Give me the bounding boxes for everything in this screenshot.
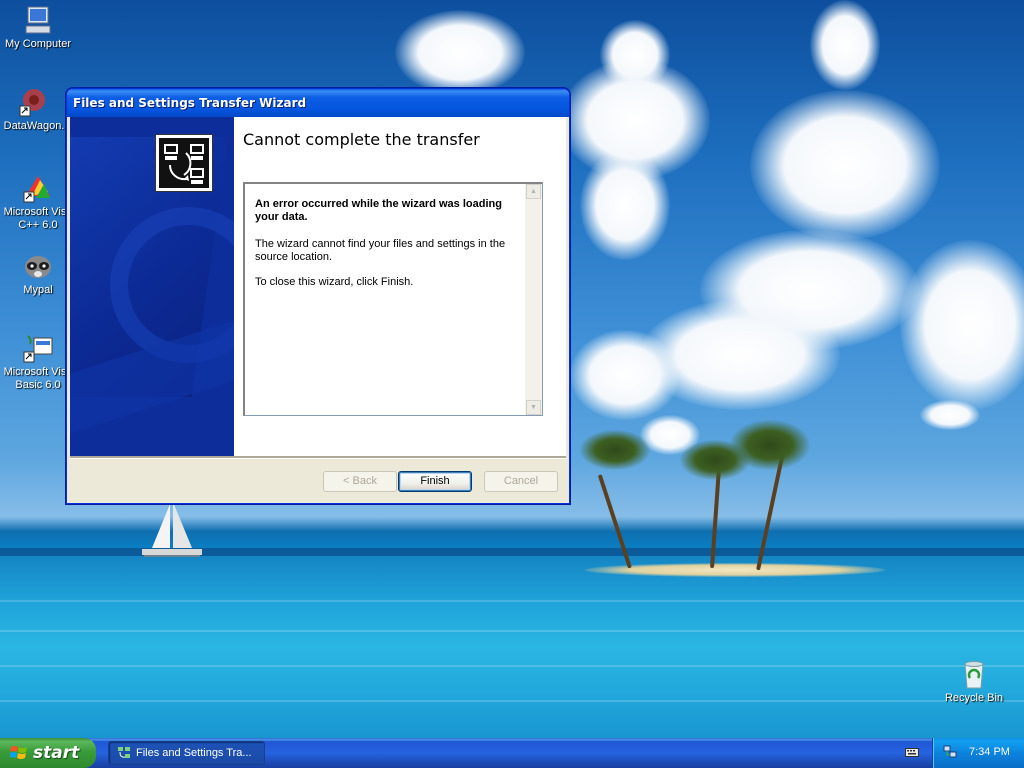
- desktop-icon-visual-cpp[interactable]: Microsoft Visu C++ 6.0: [0, 172, 76, 232]
- message-text: An error occurred while the wizard was l…: [255, 198, 517, 301]
- back-button[interactable]: < Back: [323, 471, 397, 492]
- desktop-icon-recycle-bin[interactable]: Recycle Bin: [936, 658, 1012, 705]
- start-label: start: [33, 743, 80, 763]
- window-title: Files and Settings Transfer Wizard: [73, 96, 307, 110]
- desktop-icon-label: Microsoft Visu Basic 6.0: [3, 366, 73, 391]
- wizard-body: Cannot complete the transfer An error oc…: [70, 117, 566, 502]
- taskbar: start Files and Settings Tra... 7:34 PM: [0, 738, 1024, 768]
- error-detail: The wizard cannot find your files and se…: [255, 238, 506, 263]
- taskbar-item-label: Files and Settings Tra...: [136, 747, 252, 759]
- desktop-icon-visual-basic[interactable]: Microsoft Visu Basic 6.0: [0, 332, 76, 392]
- scroll-up-arrow-icon[interactable]: ▲: [526, 184, 541, 199]
- cloud: [900, 240, 1024, 410]
- cloud: [580, 150, 670, 260]
- network-tray-icon[interactable]: [943, 745, 957, 759]
- cloud: [750, 90, 940, 240]
- mypal-icon: [22, 250, 54, 282]
- page-heading: Cannot complete the transfer: [243, 130, 480, 149]
- my-computer-icon: [22, 4, 54, 36]
- desktop-icon-label: DataWagon.: [3, 120, 65, 132]
- clock[interactable]: 7:34 PM: [969, 746, 1010, 758]
- close-instruction: To close this wizard, click Finish.: [255, 276, 414, 288]
- scroll-down-arrow-icon[interactable]: ▼: [526, 400, 541, 415]
- desktop-icon-my-computer[interactable]: My Computer: [0, 4, 76, 51]
- cloud: [920, 400, 980, 430]
- vertical-scrollbar[interactable]: ▲ ▼: [525, 184, 542, 415]
- wizard-side-panel: [70, 117, 234, 456]
- visual-cpp-icon: [22, 172, 54, 204]
- recycle-bin-icon: [958, 658, 990, 690]
- wave: [0, 630, 1024, 632]
- wizard-window: Files and Settings Transfer Wizard Canno…: [66, 88, 570, 504]
- title-bar[interactable]: Files and Settings Transfer Wizard: [67, 89, 569, 117]
- cloud: [600, 20, 670, 90]
- wizard-content: Cannot complete the transfer An error oc…: [234, 117, 566, 456]
- finish-button[interactable]: Finish: [398, 471, 472, 492]
- cloud: [570, 330, 680, 420]
- wave: [0, 600, 1024, 602]
- windows-logo-icon: [10, 746, 27, 759]
- desktop-icon-label: Microsoft Visu C++ 6.0: [3, 206, 73, 231]
- transfer-wizard-small-icon: [118, 747, 130, 758]
- taskbar-item-transfer-wizard[interactable]: Files and Settings Tra...: [108, 741, 265, 765]
- sailboat: [142, 502, 202, 557]
- cloud: [395, 10, 525, 95]
- wave: [0, 700, 1024, 702]
- desktop-icon-datawagon[interactable]: DataWagon.: [0, 86, 72, 133]
- cancel-button[interactable]: Cancel: [484, 471, 558, 492]
- transfer-wizard-icon: [155, 134, 213, 192]
- keyboard-icon[interactable]: [905, 746, 919, 758]
- button-separator: [70, 456, 566, 459]
- palm-fronds: [730, 420, 810, 470]
- desktop-icon-mypal[interactable]: Mypal: [0, 250, 76, 297]
- sea: [0, 556, 1024, 738]
- start-button[interactable]: start: [0, 738, 96, 768]
- cloud: [810, 0, 880, 90]
- message-box[interactable]: An error occurred while the wizard was l…: [243, 182, 543, 416]
- error-summary: An error occurred while the wizard was l…: [255, 198, 502, 223]
- palm-fronds: [580, 430, 650, 470]
- desktop-icon-label: Recycle Bin: [944, 692, 1004, 704]
- visual-basic-icon: [22, 332, 54, 364]
- wave: [0, 665, 1024, 667]
- desktop-icon-label: My Computer: [4, 38, 72, 50]
- desktop-icon-label: Mypal: [23, 284, 53, 296]
- system-tray: 7:34 PM: [932, 738, 1024, 768]
- datawagon-icon: [18, 86, 50, 118]
